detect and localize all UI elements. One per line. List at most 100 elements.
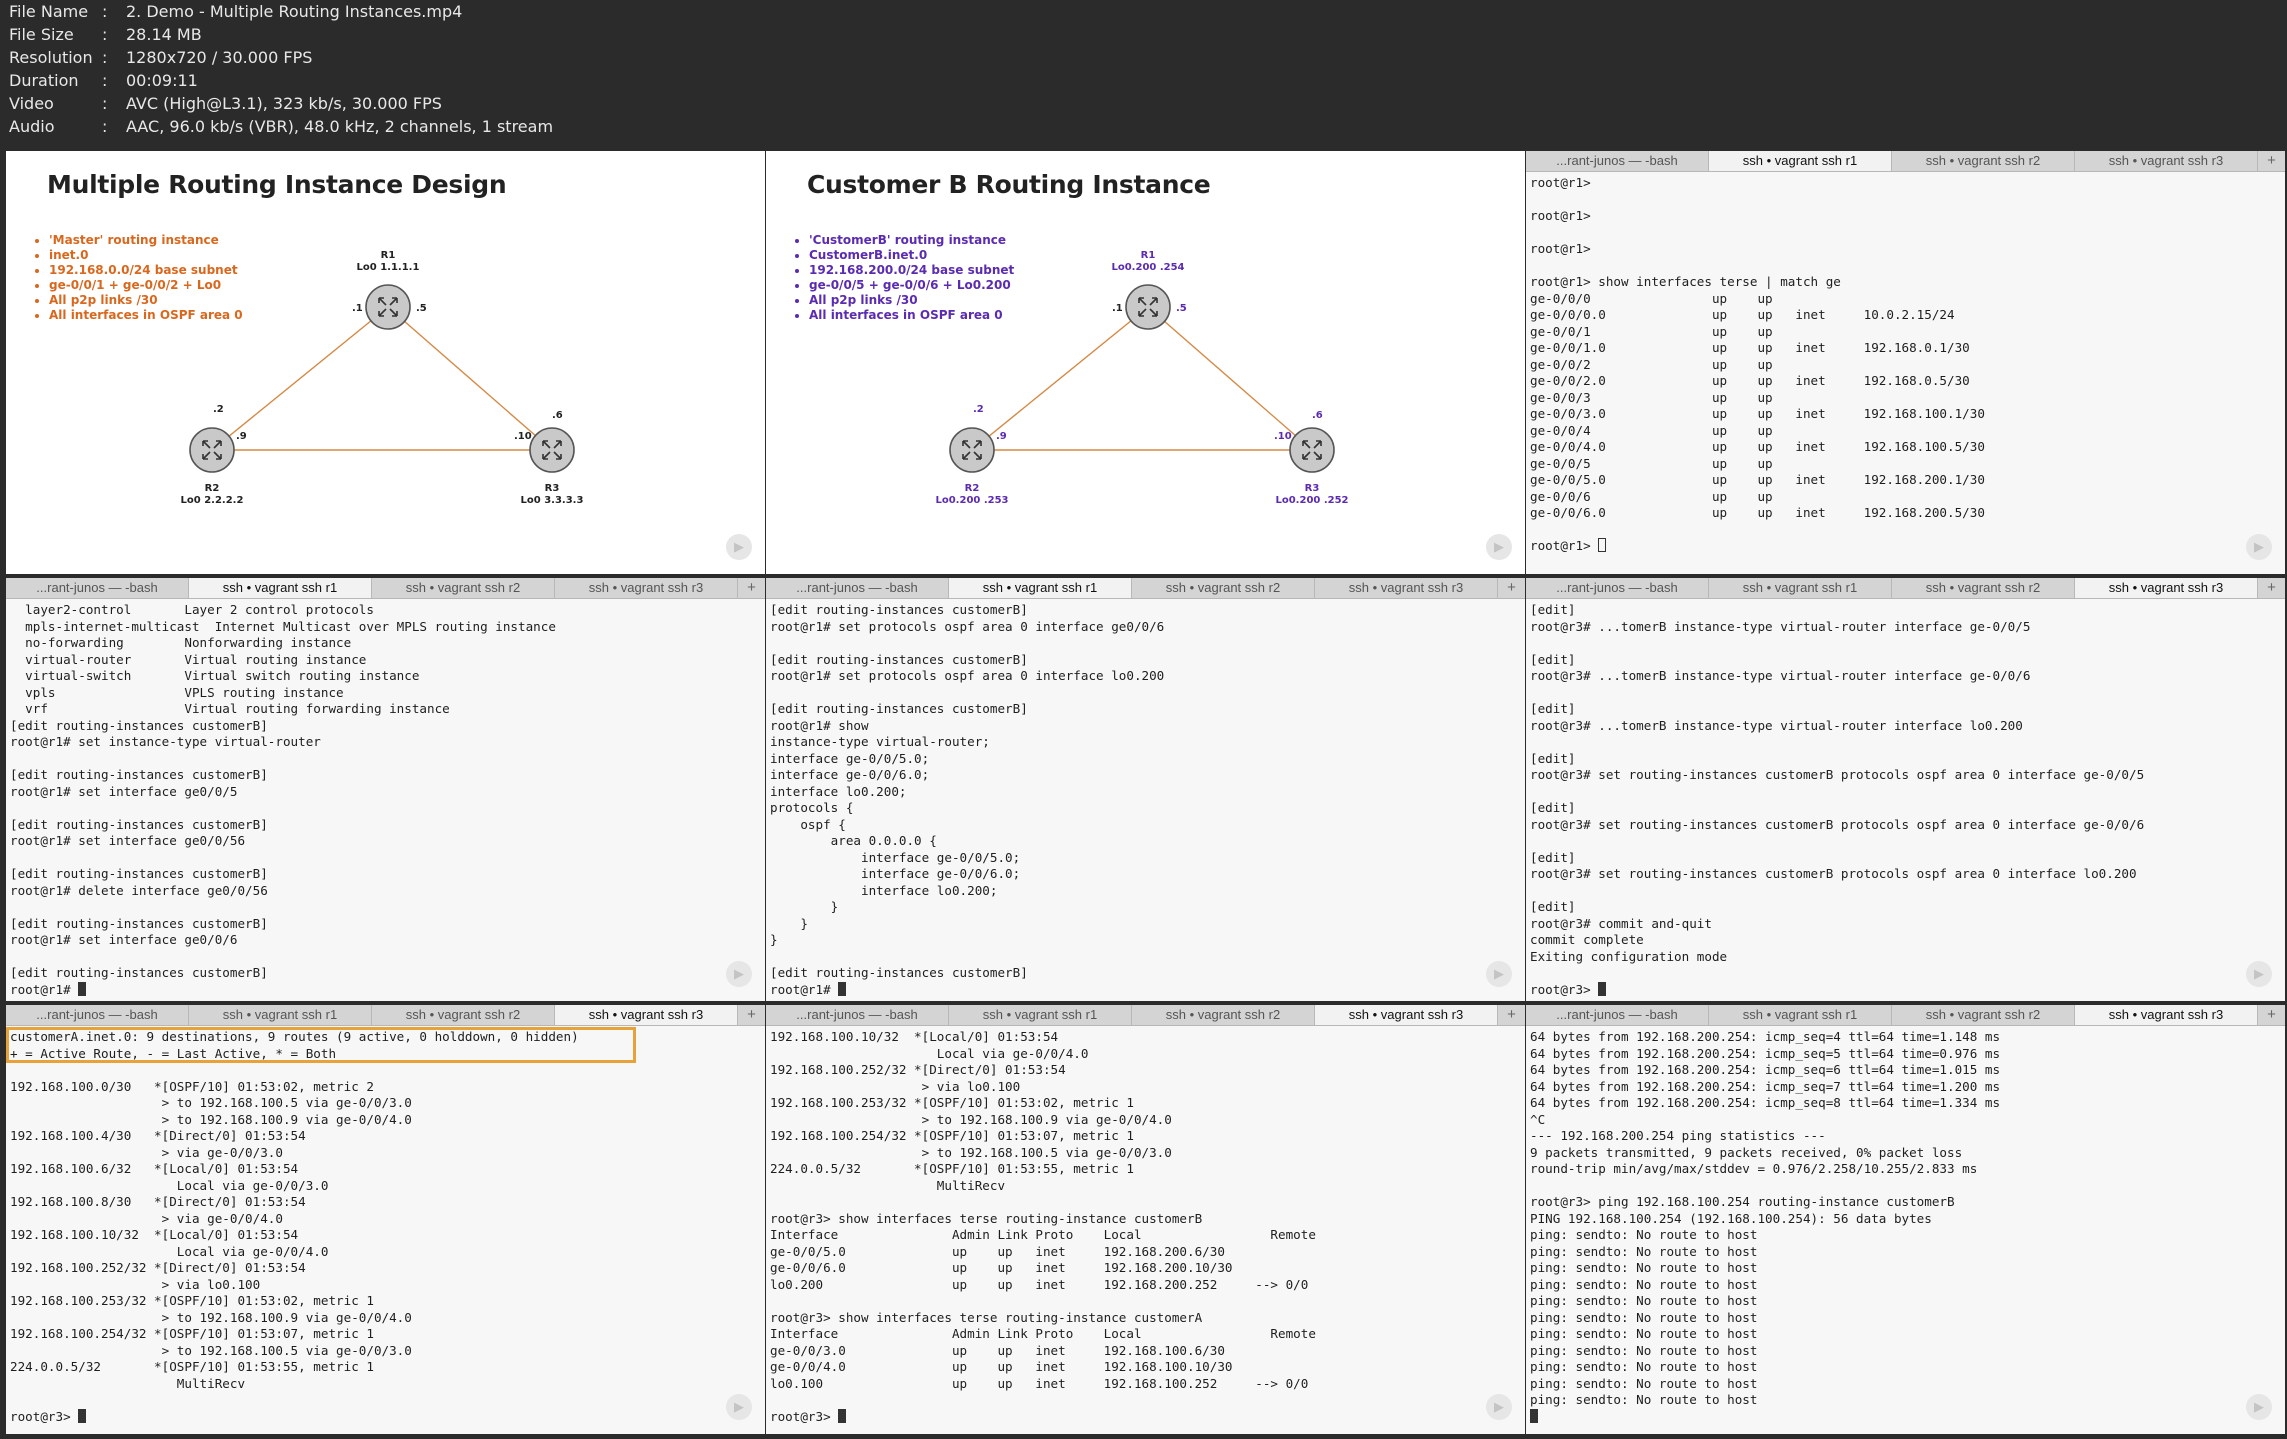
tab-bash[interactable]: ...rant-junos — -bash [766, 578, 949, 598]
info-row-filesize: File Size:28.14 MB [9, 25, 202, 44]
new-tab-button[interactable]: + [1498, 1005, 1525, 1025]
r3-loopback: Lo0 3.3.3.3 [521, 495, 584, 506]
tab-bar: ...rant-junos — -bash ssh • vagrant ssh … [766, 1005, 1525, 1026]
slide-customer-b-routing-instance: Customer B Routing Instance 'CustomerB' … [766, 151, 1525, 574]
tab-ssh-r2[interactable]: ssh • vagrant ssh r2 [1892, 151, 2075, 171]
tab-ssh-r3[interactable]: ssh • vagrant ssh r3 [2075, 1005, 2258, 1025]
terminal-text: customerA.inet.0: 9 destinations, 9 rout… [10, 1029, 579, 1424]
terminal-output[interactable]: 192.168.100.10/32 *[Local/0] 01:53:54 Lo… [770, 1029, 1521, 1434]
tab-bar: ...rant-junos — -bash ssh • vagrant ssh … [1526, 1005, 2285, 1026]
tab-ssh-r1[interactable]: ssh • vagrant ssh r1 [949, 578, 1132, 598]
terminal-cursor [1530, 1408, 1538, 1423]
tab-ssh-r2[interactable]: ssh • vagrant ssh r2 [372, 1005, 555, 1025]
topology-diagram: R1 Lo0.200 .254 R2 Lo0.200 .253 R3 Lo0.2… [935, 250, 1348, 506]
play-icon[interactable]: ▶ [2246, 961, 2272, 987]
addr-label: .10 [1274, 431, 1292, 442]
play-icon[interactable]: ▶ [1486, 1394, 1512, 1420]
new-tab-button[interactable]: + [2258, 151, 2285, 171]
topology-diagram: R1 Lo0 1.1.1.1 R2 Lo0 2.2.2.2 R3 Lo0 3.3… [181, 250, 584, 506]
tab-ssh-r3[interactable]: ssh • vagrant ssh r3 [1315, 578, 1498, 598]
terminal-output[interactable]: root@r1> root@r1> root@r1> root@r1> show… [1530, 175, 2281, 574]
terminal-text: root@r1> root@r1> root@r1> root@r1> show… [1530, 175, 1985, 553]
r3-name: R3 [1305, 483, 1320, 494]
tab-bash[interactable]: ...rant-junos — -bash [1526, 578, 1709, 598]
tab-bar: ...rant-junos — -bash ssh • vagrant ssh … [6, 1005, 765, 1026]
tab-ssh-r1[interactable]: ssh • vagrant ssh r1 [949, 1005, 1132, 1025]
addr-label: .9 [996, 431, 1007, 442]
addr-label: .1 [1112, 303, 1123, 314]
link-r1-r2 [971, 306, 1149, 451]
terminal-r1-interfaces[interactable]: ...rant-junos — -bash ssh • vagrant ssh … [1526, 151, 2285, 574]
terminal-output[interactable]: [edit routing-instances customerB] root@… [770, 602, 1521, 1001]
tab-ssh-r1[interactable]: ssh • vagrant ssh r1 [1709, 578, 1892, 598]
new-tab-button[interactable]: + [1498, 578, 1525, 598]
info-row-duration: Duration:00:09:11 [9, 71, 198, 90]
terminal-r3-route-table[interactable]: ...rant-junos — -bash ssh • vagrant ssh … [6, 1005, 765, 1434]
router-r3-icon [529, 427, 575, 473]
tab-bash[interactable]: ...rant-junos — -bash [766, 1005, 949, 1025]
r2-name: R2 [965, 483, 980, 494]
terminal-r3-interfaces[interactable]: ...rant-junos — -bash ssh • vagrant ssh … [766, 1005, 1525, 1434]
r1-loopback: Lo0 1.1.1.1 [357, 262, 420, 273]
tab-ssh-r3[interactable]: ssh • vagrant ssh r3 [1315, 1005, 1498, 1025]
tab-ssh-r2[interactable]: ssh • vagrant ssh r2 [1132, 578, 1315, 598]
highlight-box [6, 1027, 636, 1063]
terminal-output[interactable]: customerA.inet.0: 9 destinations, 9 rout… [10, 1029, 761, 1434]
terminal-output[interactable]: [edit] root@r3# ...tomerB instance-type … [1530, 602, 2281, 1001]
info-row-resolution: Resolution:1280x720 / 30.000 FPS [9, 48, 313, 67]
tab-ssh-r3[interactable]: ssh • vagrant ssh r3 [555, 1005, 738, 1025]
tab-bash[interactable]: ...rant-junos — -bash [1526, 1005, 1709, 1025]
play-icon[interactable]: ▶ [1486, 534, 1512, 560]
r1-name: R1 [1141, 250, 1156, 261]
play-icon[interactable]: ▶ [2246, 534, 2272, 560]
play-icon[interactable]: ▶ [726, 961, 752, 987]
addr-label: .2 [213, 404, 224, 415]
tab-bash[interactable]: ...rant-junos — -bash [1526, 151, 1709, 171]
tab-ssh-r1[interactable]: ssh • vagrant ssh r1 [1709, 1005, 1892, 1025]
tab-ssh-r2[interactable]: ssh • vagrant ssh r2 [372, 578, 555, 598]
tab-ssh-r3[interactable]: ssh • vagrant ssh r3 [555, 578, 738, 598]
router-r2-icon [189, 427, 235, 473]
terminal-r3-commit[interactable]: ...rant-junos — -bash ssh • vagrant ssh … [1526, 578, 2285, 1001]
new-tab-button[interactable]: + [2258, 578, 2285, 598]
terminal-r1-ospf-config[interactable]: ...rant-junos — -bash ssh • vagrant ssh … [766, 578, 1525, 1001]
new-tab-button[interactable]: + [738, 1005, 765, 1025]
terminal-text: layer2-control Layer 2 control protocols… [10, 602, 556, 997]
tab-ssh-r2[interactable]: ssh • vagrant ssh r2 [1132, 1005, 1315, 1025]
addr-label: .2 [973, 404, 984, 415]
tab-ssh-r1[interactable]: ssh • vagrant ssh r1 [189, 1005, 372, 1025]
info-row-filename: File Name:2. Demo - Multiple Routing Ins… [9, 2, 463, 21]
tab-ssh-r1[interactable]: ssh • vagrant ssh r1 [189, 578, 372, 598]
tab-ssh-r2[interactable]: ssh • vagrant ssh r2 [1892, 1005, 2075, 1025]
terminal-output[interactable]: layer2-control Layer 2 control protocols… [10, 602, 761, 1001]
terminal-r3-ping[interactable]: ...rant-junos — -bash ssh • vagrant ssh … [1526, 1005, 2285, 1434]
addr-label: .5 [416, 303, 427, 314]
play-icon[interactable]: ▶ [726, 1394, 752, 1420]
terminal-r1-instance-config[interactable]: ...rant-junos — -bash ssh • vagrant ssh … [6, 578, 765, 1001]
router-r1-icon [1125, 284, 1171, 330]
play-icon[interactable]: ▶ [726, 534, 752, 560]
terminal-cursor [838, 1408, 847, 1423]
terminal-text: [edit] root@r3# ...tomerB instance-type … [1530, 602, 2145, 997]
link-r1-r2 [211, 306, 389, 451]
tab-bash[interactable]: ...rant-junos — -bash [6, 578, 189, 598]
play-icon[interactable]: ▶ [2246, 1394, 2272, 1420]
r3-name: R3 [545, 483, 560, 494]
terminal-text: 64 bytes from 192.168.200.254: icmp_seq=… [1530, 1029, 2001, 1407]
play-icon[interactable]: ▶ [1486, 961, 1512, 987]
terminal-cursor [78, 981, 87, 996]
terminal-text: [edit routing-instances customerB] root@… [770, 602, 1165, 997]
addr-label: .1 [352, 303, 363, 314]
r2-loopback: Lo0.200 .253 [935, 495, 1008, 506]
terminal-output[interactable]: 64 bytes from 192.168.200.254: icmp_seq=… [1530, 1029, 2281, 1434]
link-r1-r3 [387, 306, 553, 451]
tab-ssh-r2[interactable]: ssh • vagrant ssh r2 [1892, 578, 2075, 598]
link-r1-r3 [1147, 306, 1313, 451]
terminal-cursor [838, 981, 847, 996]
tab-ssh-r1[interactable]: ssh • vagrant ssh r1 [1709, 151, 1892, 171]
tab-bash[interactable]: ...rant-junos — -bash [6, 1005, 189, 1025]
new-tab-button[interactable]: + [2258, 1005, 2285, 1025]
tab-ssh-r3[interactable]: ssh • vagrant ssh r3 [2075, 578, 2258, 598]
tab-ssh-r3[interactable]: ssh • vagrant ssh r3 [2075, 151, 2258, 171]
new-tab-button[interactable]: + [738, 578, 765, 598]
